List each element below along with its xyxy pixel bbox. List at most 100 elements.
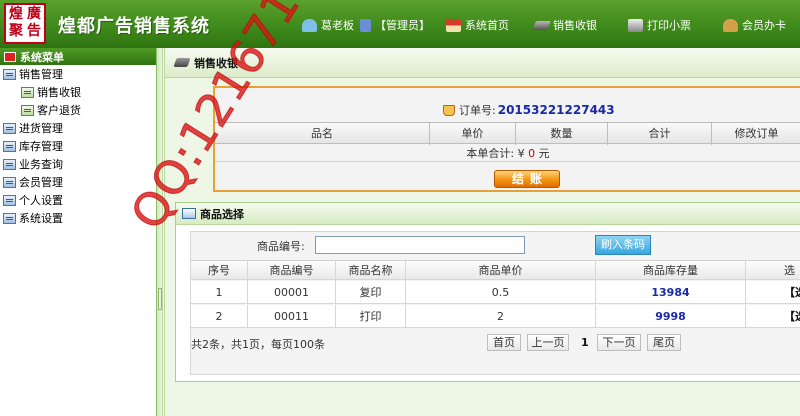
product-panel: 商品选择 商品编号: 刷入条码 序号 商品编号 商品名称 商品单价 商品库存量选 1 000… — [175, 202, 800, 382]
product-cell-name: 打印 — [335, 305, 405, 328]
sidebar: 系统菜单 销售管理销售收银客户退货进货管理库存管理业务查询会员管理个人设置系统设… — [0, 48, 157, 416]
folder-icon — [3, 158, 16, 170]
app-logo: 煌廣 聚告 — [4, 3, 46, 44]
nav-receipt[interactable]: 打印小票 — [628, 16, 691, 34]
sidebar-item[interactable]: 个人设置 — [0, 191, 156, 209]
app-title: 煌都广告销售系统 — [58, 16, 210, 37]
logo-char: 煌 — [9, 6, 23, 22]
sidebar-item-label: 库存管理 — [19, 140, 63, 153]
order-col-name: 品名 — [311, 127, 333, 140]
sidebar-item-label: 个人设置 — [19, 194, 63, 207]
nav-member-card-label: 会员办卡 — [742, 19, 786, 32]
product-code-label: 商品编号: — [257, 240, 305, 253]
product-cell-stock: 13984 — [595, 281, 745, 304]
folder-icon — [3, 122, 16, 134]
order-col-qty: 数量 — [515, 123, 607, 145]
sidebar-item[interactable]: 销售管理 — [0, 65, 156, 83]
order-number-value: 20153221227443 — [497, 103, 615, 117]
main-content: 销售收银 订单号: 20153221227443 品名 单价 数量 合计 修改订… — [164, 48, 800, 416]
sidebar-splitter[interactable] — [157, 48, 163, 416]
user-info: 葛老板 — [302, 16, 354, 34]
nav-home-label: 系统首页 — [465, 19, 509, 32]
product-cell-code: 00001 — [247, 281, 335, 304]
order-col-price: 单价 — [429, 123, 515, 145]
order-total: 本单合计: ¥ 0 元 — [215, 146, 800, 162]
page-title-bar: 销售收银 — [165, 48, 800, 78]
product-cell-price: 0.5 — [405, 281, 595, 304]
pager-prev-button[interactable]: 上一页 — [527, 334, 569, 351]
product-col-header: 选 — [745, 261, 800, 281]
product-cell-idx: 1 — [215, 286, 223, 299]
nav-cashier[interactable]: 销售收银 — [531, 16, 597, 34]
product-cell-idx: 2 — [215, 310, 223, 323]
sidebar-item-label: 销售管理 — [19, 68, 63, 81]
pager-first-button[interactable]: 首页 — [487, 334, 521, 351]
logo-char: 聚 — [9, 23, 23, 39]
sidebar-menu: 销售管理销售收银客户退货进货管理库存管理业务查询会员管理个人设置系统设置 — [0, 65, 156, 227]
role-info: 【管理员】 — [360, 16, 430, 34]
product-cell-stock: 9998 — [595, 305, 745, 328]
product-search-row: 商品编号: 刷入条码 — [191, 232, 800, 260]
product-cell-code: 00011 — [247, 305, 335, 328]
sidebar-item[interactable]: 库存管理 — [0, 137, 156, 155]
sidebar-item-label: 客户退货 — [37, 104, 81, 117]
order-box: 订单号: 20153221227443 品名 单价 数量 合计 修改订单 本单合… — [213, 86, 800, 192]
splitter-grip[interactable] — [158, 288, 162, 310]
nav-cashier-label: 销售收银 — [553, 19, 597, 32]
sidebar-item-label: 业务查询 — [19, 158, 63, 171]
sidebar-header-label: 系统菜单 — [20, 50, 64, 64]
member-icon — [723, 18, 738, 32]
checkout-button[interactable]: 结账 — [494, 170, 560, 188]
select-product-link[interactable]: 【选 — [745, 305, 800, 328]
scan-barcode-button[interactable]: 刷入条码 — [595, 235, 651, 255]
pager: 共2条，共1页，每页100条 首页 上一页 1 下一页 尾页 — [191, 332, 800, 354]
window-icon — [182, 208, 196, 219]
users-icon — [360, 18, 371, 32]
product-panel-title: 商品选择 — [176, 203, 800, 225]
product-col-header: 商品库存量 — [595, 261, 745, 281]
table-row: 1 00001复印0.513984【选 — [191, 281, 800, 304]
printer-icon — [628, 18, 643, 32]
user-name: 葛老板 — [321, 19, 354, 32]
product-panel-title-label: 商品选择 — [200, 207, 244, 221]
pager-last-button[interactable]: 尾页 — [647, 334, 681, 351]
user-icon — [302, 18, 317, 32]
product-cell-price: 2 — [405, 305, 595, 328]
product-code-input[interactable] — [315, 236, 525, 254]
logo-char: 告 — [27, 23, 41, 39]
sidebar-item[interactable]: 销售收银 — [0, 83, 156, 101]
sidebar-item[interactable]: 会员管理 — [0, 173, 156, 191]
app-header: 煌廣 聚告 煌都广告销售系统 葛老板 【管理员】 系统首页 销售收银 打印小票 … — [0, 0, 800, 48]
sidebar-item[interactable]: 进货管理 — [0, 119, 156, 137]
product-col-header: 商品名称 — [335, 261, 405, 281]
logo-char: 廣 — [27, 6, 41, 22]
sidebar-header: 系统菜单 — [0, 48, 156, 65]
folder-icon — [3, 194, 16, 206]
product-cell-name: 复印 — [335, 281, 405, 304]
cashier-icon — [531, 20, 552, 30]
folder-icon — [3, 176, 16, 188]
order-number-label: 订单号: — [459, 104, 496, 117]
sidebar-item[interactable]: 业务查询 — [0, 155, 156, 173]
pager-current: 1 — [581, 336, 589, 349]
product-col-header: 序号 — [208, 264, 230, 277]
pager-info: 共2条，共1页，每页100条 — [191, 338, 325, 351]
nav-home[interactable]: 系统首页 — [446, 16, 509, 34]
sidebar-item[interactable]: 系统设置 — [0, 209, 156, 227]
product-selector: 商品编号: 刷入条码 序号 商品编号 商品名称 商品单价 商品库存量选 1 00001 复印 0… — [190, 231, 800, 375]
sidebar-item-label: 会员管理 — [19, 176, 63, 189]
sidebar-item-label: 系统设置 — [19, 212, 63, 225]
folder-icon — [3, 140, 16, 152]
sidebar-item[interactable]: 客户退货 — [0, 101, 156, 119]
cashier-icon — [173, 58, 191, 67]
nav-member-card[interactable]: 会员办卡 — [723, 16, 786, 34]
order-number: 订单号: 20153221227443 — [443, 102, 615, 118]
pager-next-button[interactable]: 下一页 — [597, 334, 641, 351]
select-product-link[interactable]: 【选 — [745, 281, 800, 304]
page-title: 销售收银 — [194, 56, 238, 70]
product-table-header: 序号 商品编号 商品名称 商品单价 商品库存量选 — [191, 260, 800, 281]
role-label: 【管理员】 — [375, 19, 430, 32]
product-col-header: 商品单价 — [405, 261, 595, 281]
table-row: 200011打印29998【选 — [191, 305, 800, 328]
product-col-header: 商品编号 — [247, 261, 335, 281]
